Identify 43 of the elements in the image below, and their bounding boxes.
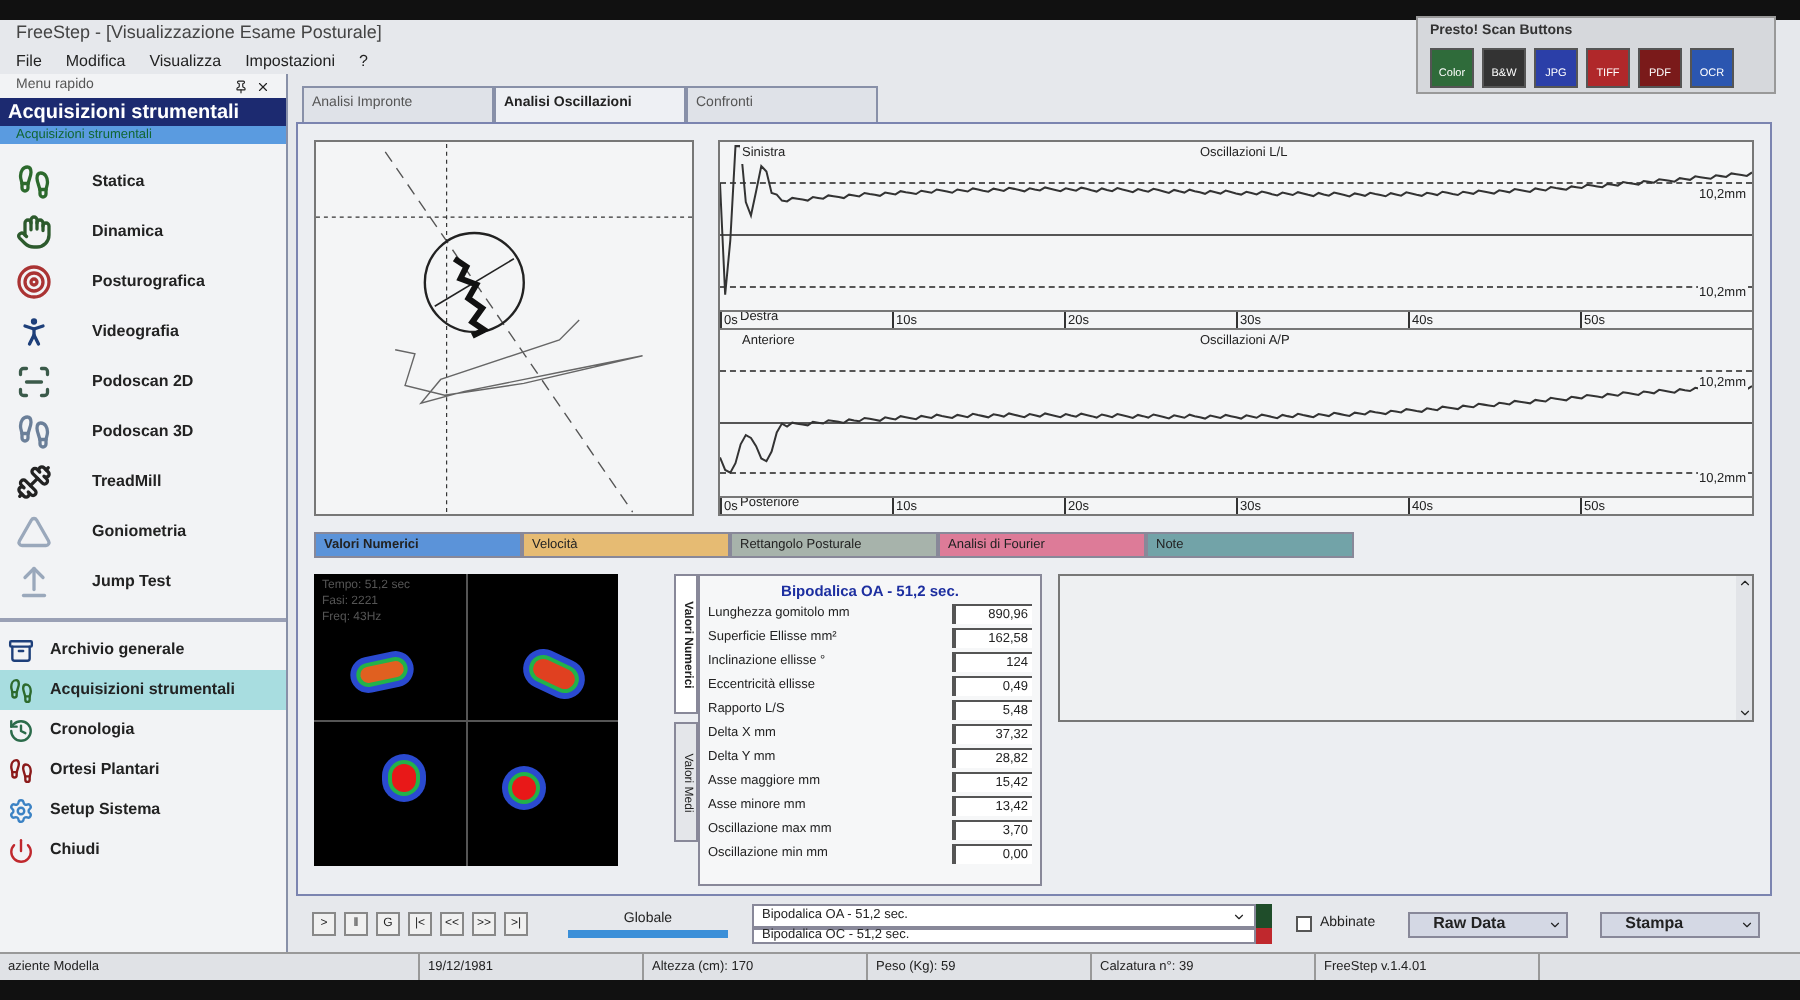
- pressure-spot: [502, 766, 546, 810]
- dropdown-icon[interactable]: [1232, 909, 1246, 923]
- dropdown-button[interactable]: Stampa: [1599, 911, 1760, 937]
- scroll-down-icon[interactable]: [1737, 706, 1751, 720]
- power-icon: [8, 837, 34, 863]
- quick-menu-item[interactable]: Jump Test: [0, 556, 286, 606]
- dropdown-button[interactable]: Raw Data: [1407, 911, 1568, 937]
- nav-item[interactable]: Acquisizioni strumentali: [0, 670, 286, 710]
- checkbox[interactable]: [1296, 916, 1312, 932]
- quick-menu-item[interactable]: Dinamica: [0, 206, 286, 256]
- notes-area[interactable]: [1058, 574, 1754, 722]
- quick-menu-item[interactable]: Podoscan 3D: [0, 406, 286, 456]
- caret-icon: [1739, 917, 1754, 931]
- nav-item[interactable]: Cronologia: [0, 710, 286, 750]
- quick-menu-item[interactable]: TreadMill: [0, 456, 286, 506]
- history-icon: [8, 717, 34, 743]
- scanner-icon: [16, 363, 52, 399]
- footprints-icon: [16, 163, 52, 199]
- quick-menu-item[interactable]: Videografia: [0, 306, 286, 356]
- nav-item[interactable]: Ortesi Plantari: [0, 750, 286, 790]
- quick-menu-item[interactable]: Goniometria: [0, 506, 286, 556]
- nav-item[interactable]: Archivio generale: [0, 630, 286, 670]
- pin-icon[interactable]: [234, 79, 248, 93]
- nav-item[interactable]: Setup Sistema: [0, 790, 286, 830]
- menu-item[interactable]: Modifica: [65, 49, 126, 73]
- window-title: FreeStep - [Visualizzazione Esame Posturale]: [16, 20, 382, 47]
- nav-item[interactable]: Chiudi: [0, 830, 286, 870]
- setup-icon: [8, 797, 34, 823]
- menu-item[interactable]: Visualizza: [149, 49, 222, 73]
- section-header: Acquisizioni strumentali: [0, 98, 286, 126]
- quick-menu-item[interactable]: Statica: [0, 156, 286, 206]
- menu-item[interactable]: File: [16, 49, 42, 73]
- menu-item[interactable]: Impostazioni: [245, 49, 335, 73]
- archive-icon: [8, 637, 34, 663]
- pressure-spot: [382, 754, 426, 802]
- close-icon[interactable]: [256, 79, 270, 93]
- target-icon: [16, 263, 52, 299]
- footprints-icon: [8, 677, 34, 703]
- caret-icon: [1547, 917, 1562, 931]
- scroll-up-icon[interactable]: [1737, 576, 1751, 590]
- quick-menu-item[interactable]: Posturografica: [0, 256, 286, 306]
- quick-menu-item[interactable]: Podoscan 2D: [0, 356, 286, 406]
- menu-item[interactable]: ?: [358, 49, 368, 73]
